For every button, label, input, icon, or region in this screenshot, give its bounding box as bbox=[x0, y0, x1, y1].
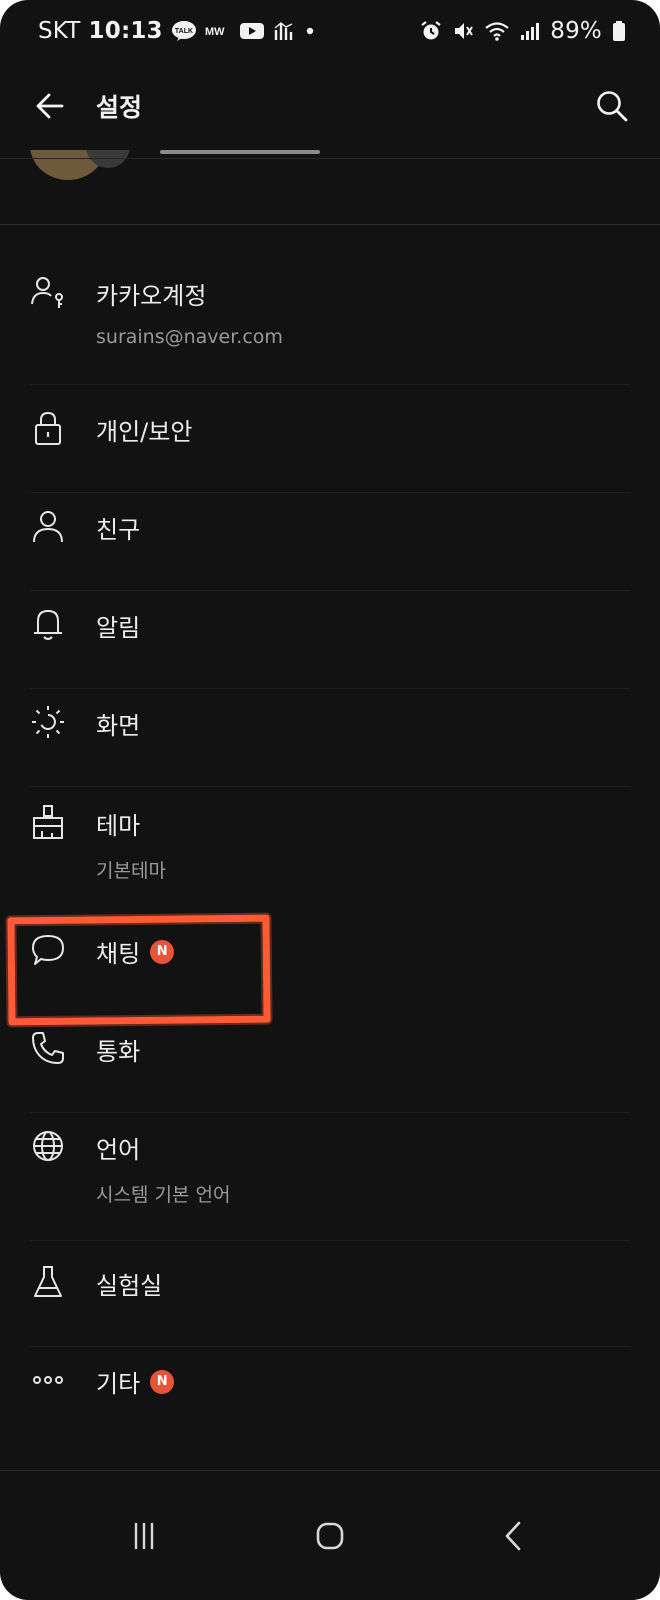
bell-icon bbox=[30, 606, 66, 642]
row-divider bbox=[30, 1240, 630, 1241]
arrow-left-icon bbox=[36, 93, 64, 119]
settings-item-privacy-security[interactable]: 개인/보안 bbox=[0, 396, 660, 492]
settings-item-lab[interactable]: 실험실 bbox=[0, 1250, 660, 1346]
person-icon bbox=[30, 508, 66, 544]
home-button[interactable] bbox=[302, 1512, 358, 1560]
kakaotalk-icon: TALK bbox=[171, 20, 197, 42]
settings-item-label: 개인/보안 bbox=[96, 418, 193, 446]
row-divider bbox=[30, 1112, 630, 1113]
recents-button[interactable] bbox=[116, 1512, 172, 1560]
battery-icon bbox=[612, 20, 626, 42]
row-divider bbox=[30, 384, 630, 385]
clock: 10:13 bbox=[88, 18, 163, 44]
app-bar-divider bbox=[0, 158, 660, 159]
search-button[interactable] bbox=[590, 84, 634, 128]
settings-item-friends[interactable]: 친구 bbox=[0, 494, 660, 590]
system-back-button[interactable] bbox=[486, 1512, 542, 1560]
new-badge: N bbox=[150, 1369, 175, 1394]
theme-brush-icon bbox=[30, 804, 66, 840]
settings-item-label: 카카오계정 bbox=[96, 282, 207, 310]
alarm-icon bbox=[420, 20, 442, 42]
lock-icon bbox=[30, 410, 66, 446]
signal-icon bbox=[520, 20, 540, 42]
system-nav-bar bbox=[0, 1490, 660, 1580]
globe-icon bbox=[30, 1128, 66, 1164]
profile-avatar-peek[interactable] bbox=[30, 150, 130, 182]
wifi-icon bbox=[484, 20, 510, 42]
settings-item-display[interactable]: 화면 bbox=[0, 690, 660, 786]
phone-icon bbox=[30, 1030, 66, 1066]
kakao-badge-text: TALK bbox=[175, 28, 193, 35]
row-divider bbox=[30, 1346, 630, 1347]
more-dots-icon bbox=[30, 1362, 66, 1398]
back-nav-icon bbox=[505, 1521, 521, 1551]
phone-screen: SKT 10:13 TALK MW 89% 설정 카카오계정 surains@n… bbox=[0, 0, 660, 1600]
section-divider bbox=[0, 224, 660, 225]
account-key-icon bbox=[30, 274, 66, 310]
app-bar: 설정 bbox=[0, 64, 660, 156]
settings-item-notifications[interactable]: 알림 bbox=[0, 592, 660, 688]
settings-item-label: 테마 bbox=[96, 812, 141, 840]
dot-icon bbox=[303, 24, 317, 38]
settings-item-label: 실험실 bbox=[96, 1272, 163, 1300]
status-bar: SKT 10:13 TALK MW 89% bbox=[0, 0, 660, 64]
mw-text: MW bbox=[205, 26, 225, 38]
settings-item-etc[interactable]: 기타 N bbox=[0, 1348, 660, 1444]
page-title: 설정 bbox=[96, 93, 143, 122]
settings-item-language[interactable]: 언어 시스템 기본 언어 bbox=[0, 1114, 660, 1238]
flask-icon bbox=[30, 1264, 66, 1300]
settings-item-label: 알림 bbox=[96, 614, 141, 642]
settings-item-sub: 시스템 기본 언어 bbox=[96, 1184, 231, 1206]
row-divider bbox=[30, 590, 630, 591]
battery-percent: 89% bbox=[550, 18, 602, 44]
carrier-label: SKT bbox=[38, 18, 81, 44]
row-divider bbox=[30, 786, 630, 787]
home-icon bbox=[316, 1522, 344, 1550]
settings-item-kakao-account[interactable]: 카카오계정 surains@naver.com bbox=[0, 262, 660, 382]
settings-item-label: 기타 N bbox=[96, 1364, 175, 1399]
settings-item-label-text: 기타 bbox=[96, 1370, 141, 1398]
chart-app-icon bbox=[273, 20, 295, 42]
recents-icon bbox=[134, 1523, 154, 1549]
row-divider bbox=[30, 492, 630, 493]
nav-bar-divider bbox=[0, 1470, 660, 1471]
row-divider bbox=[30, 688, 630, 689]
settings-item-label: 친구 bbox=[96, 516, 141, 544]
settings-item-label: 통화 bbox=[96, 1038, 141, 1066]
settings-item-label: 화면 bbox=[96, 712, 141, 740]
brightness-icon bbox=[30, 704, 66, 740]
settings-item-sub: 기본테마 bbox=[96, 860, 166, 882]
settings-item-call[interactable]: 통화 bbox=[0, 1016, 660, 1112]
mute-icon bbox=[452, 20, 474, 42]
highlight-annotation bbox=[7, 914, 271, 1026]
search-icon bbox=[597, 91, 628, 122]
settings-item-sub: surains@naver.com bbox=[96, 326, 283, 348]
youtube-icon bbox=[239, 21, 265, 41]
back-button[interactable] bbox=[30, 86, 70, 126]
settings-item-label: 언어 bbox=[96, 1136, 141, 1164]
mw-icon: MW bbox=[205, 23, 231, 39]
settings-item-theme[interactable]: 테마 기본테마 bbox=[0, 790, 660, 912]
